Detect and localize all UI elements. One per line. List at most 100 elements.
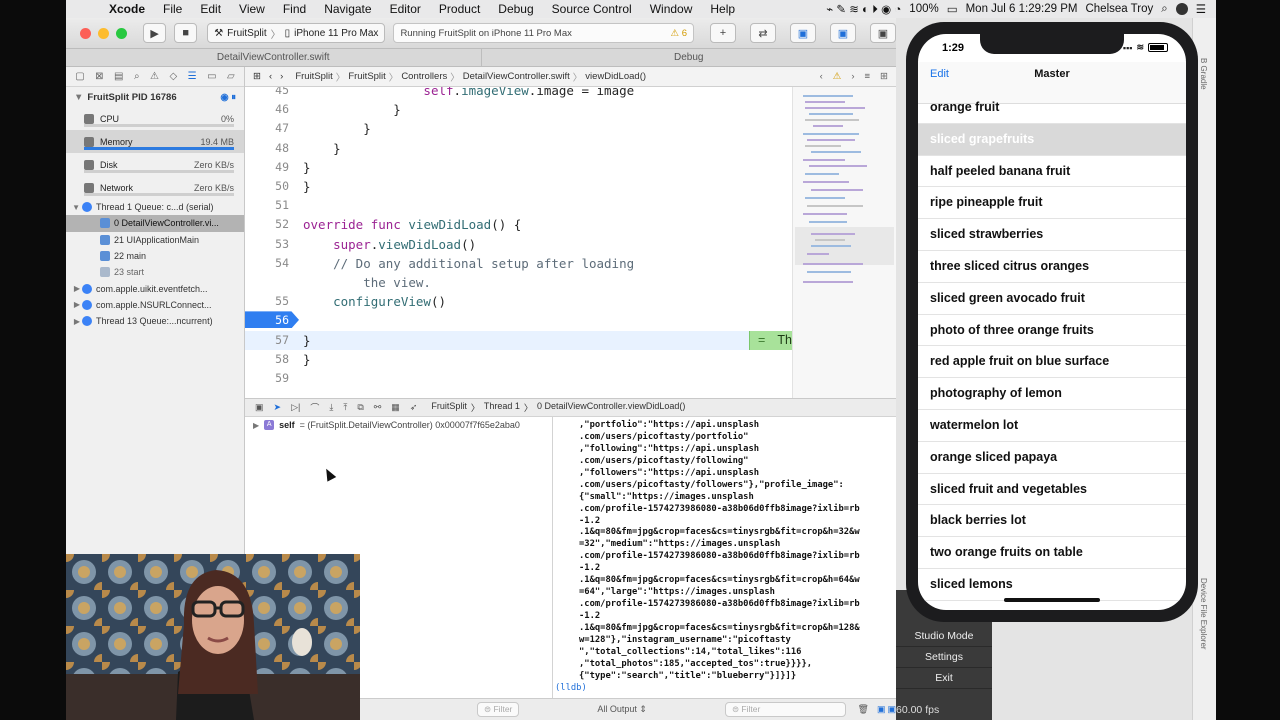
menubar-clock[interactable]: Mon Jul 6 1:29:29 PM [966, 3, 1078, 15]
code-line[interactable]: 56 [245, 311, 792, 330]
menu-product[interactable]: Product [430, 2, 489, 16]
stack-frame-row[interactable]: 22 main [66, 248, 244, 264]
code-line[interactable]: 49} [245, 158, 792, 177]
studio-mode-button[interactable]: Studio Mode [896, 626, 992, 647]
expand-icon[interactable]: ▶ [253, 421, 259, 430]
tab-detailviewcontroller[interactable]: DetailViewController.swift [66, 49, 481, 66]
source-control-icon[interactable]: ⊠ [95, 71, 103, 82]
menu-find[interactable]: Find [274, 2, 315, 16]
project-navigator-icon[interactable]: ▢ [75, 71, 84, 82]
disclosure-icon[interactable]: ▶ [66, 284, 82, 293]
back-icon[interactable]: ‹ [269, 71, 272, 82]
fruit-row[interactable]: photo of three orange fruits [918, 315, 1186, 347]
continue-icon[interactable]: ▷| [291, 402, 300, 413]
code-review-button[interactable]: ⇄ [750, 23, 776, 43]
code-line[interactable]: 45 self.imageView.image = image [245, 87, 792, 100]
menu-view[interactable]: View [230, 2, 274, 16]
jump-symbol[interactable]: viewDidLoad() [585, 71, 646, 82]
disclosure-icon[interactable]: ▶ [66, 317, 82, 326]
fruit-row[interactable]: photography of lemon [918, 378, 1186, 410]
thread-row[interactable]: ▶ com.apple.uikit.eventfetch... [66, 280, 244, 296]
editor-options-icon[interactable]: ≡ [864, 71, 870, 82]
menu-editor[interactable]: Editor [381, 2, 430, 16]
menu-edit[interactable]: Edit [191, 2, 230, 16]
gauge-disk[interactable]: Disk Zero KB/s [66, 153, 244, 176]
jump-project[interactable]: FruitSplit [295, 71, 332, 82]
process-row[interactable]: ▼ FruitSplit PID 16786 ◉ ⏸ [66, 87, 244, 107]
toggle-navigator-button[interactable]: ▣ [790, 23, 816, 43]
tab-debug[interactable]: Debug [480, 49, 897, 66]
fruit-row[interactable]: ripe pineapple fruit [918, 187, 1186, 220]
menu-source-control[interactable]: Source Control [543, 2, 641, 16]
output-selector[interactable]: All Output ⇕ [597, 704, 647, 715]
run-button[interactable]: ▶ [143, 23, 167, 43]
settings-button[interactable]: Settings [896, 647, 992, 668]
fruit-row[interactable]: orange fruit [918, 92, 1186, 124]
debug-crumb-app[interactable]: FruitSplit [431, 401, 467, 414]
code-line[interactable]: 57} =Thread 1: breakpoint 1.1 [245, 330, 792, 350]
environment-overrides-icon[interactable]: ▦ [391, 402, 400, 413]
previous-issue-icon[interactable]: ‹ [820, 71, 823, 82]
debug-crumb-frame[interactable]: 0 DetailViewController.viewDidLoad() [537, 401, 685, 414]
thread-row[interactable]: ▼ Thread 1 Queue: c...d (serial) [66, 199, 244, 215]
minimize-window-button[interactable] [98, 27, 109, 39]
gauge-network[interactable]: Network Zero KB/s [66, 176, 244, 199]
toggle-inspector-button[interactable]: ▣ [870, 23, 896, 43]
fruit-row[interactable]: watermelon lot [918, 410, 1186, 442]
forward-icon[interactable]: › [280, 71, 283, 82]
memory-graph-icon[interactable]: ⚯ [374, 402, 382, 413]
simulate-location-icon[interactable]: ➶ [410, 402, 418, 413]
jump-group[interactable]: FruitSplit [348, 71, 385, 82]
fruit-row[interactable]: red apple fruit on blue surface [918, 346, 1186, 379]
zoom-window-button[interactable] [116, 27, 127, 39]
library-button[interactable]: + [710, 23, 736, 43]
jump-folder[interactable]: Controllers [401, 71, 447, 82]
stop-button[interactable]: ■ [174, 23, 198, 43]
fruit-row[interactable]: sliced strawberries [918, 219, 1186, 251]
variable-row[interactable]: ▶ A self = (FruitSplit.DetailViewControl… [245, 417, 552, 433]
stack-frame-row[interactable]: 21 UIApplicationMain [66, 232, 244, 248]
siri-icon[interactable] [1175, 3, 1188, 15]
battery-percent[interactable]: 100% [909, 3, 938, 15]
spotlight-icon[interactable]: ⌕ [1161, 3, 1167, 16]
menu-xcode[interactable]: Xcode [100, 2, 154, 16]
breakpoints-toggle-icon[interactable]: ➤ [274, 402, 282, 413]
battery-icon[interactable]: ▭ [947, 2, 958, 16]
code-line[interactable]: 58} [245, 350, 792, 369]
lldb-prompt[interactable]: (lldb) [555, 683, 896, 695]
code-line[interactable]: 50} [245, 177, 792, 196]
fruit-row[interactable]: black berries lot [918, 505, 1186, 538]
report-navigator-icon[interactable]: ▱ [227, 71, 235, 82]
statusbar-icons[interactable]: ⌁ ✎ ≋ ◐ ⏵ ◉ ◔ [826, 2, 901, 17]
debug-console[interactable]: ,"portfolio":"https://api.unsplash .com/u… [553, 417, 896, 698]
issue-warning-icon[interactable]: ⚠ [833, 71, 842, 82]
gauge-cpu[interactable]: CPU 0% [66, 107, 244, 130]
menu-navigate[interactable]: Navigate [315, 2, 380, 16]
add-editor-icon[interactable]: ⊞ [880, 71, 888, 82]
related-items-icon[interactable]: ⊞ [253, 71, 261, 82]
fruit-row[interactable]: sliced fruit and vegetables [918, 474, 1186, 506]
debug-navigator-icon[interactable]: ☰ [188, 71, 197, 82]
code-line[interactable]: 51 [245, 196, 792, 215]
code-line[interactable]: 48 } [245, 139, 792, 158]
code-line[interactable]: 53 super.viewDidLoad() [245, 235, 792, 254]
stack-frame-row[interactable]: 0 DetailViewController.vi... [66, 215, 244, 232]
fruit-row[interactable]: three sliced citrus oranges [918, 251, 1186, 283]
stack-frame-row[interactable]: 23 start [66, 264, 244, 280]
debug-crumb-thread[interactable]: Thread 1 [484, 401, 520, 414]
fruit-row[interactable]: sliced grapefruits [918, 123, 1186, 156]
hide-debug-area-icon[interactable]: ▣ [255, 402, 264, 413]
notification-center-icon[interactable]: ☰ [1196, 2, 1206, 16]
menu-window[interactable]: Window [641, 2, 702, 16]
variables-filter-input[interactable]: ⊜ Filter [477, 702, 520, 717]
fruit-row[interactable]: half peeled banana fruit [918, 156, 1186, 188]
trash-icon[interactable]: 🗑 [858, 704, 869, 715]
close-window-button[interactable] [80, 27, 91, 39]
find-navigator-icon[interactable]: ⌕ [134, 71, 140, 82]
split-left-icon[interactable]: ▣ [877, 704, 886, 715]
menubar-user[interactable]: Chelsea Troy [1085, 3, 1153, 15]
console-filter-input[interactable]: ⊜ Filter [724, 702, 846, 717]
menu-file[interactable]: File [154, 2, 191, 16]
breakpoint-navigator-icon[interactable]: ▭ [207, 71, 216, 82]
home-indicator[interactable] [1004, 598, 1100, 602]
